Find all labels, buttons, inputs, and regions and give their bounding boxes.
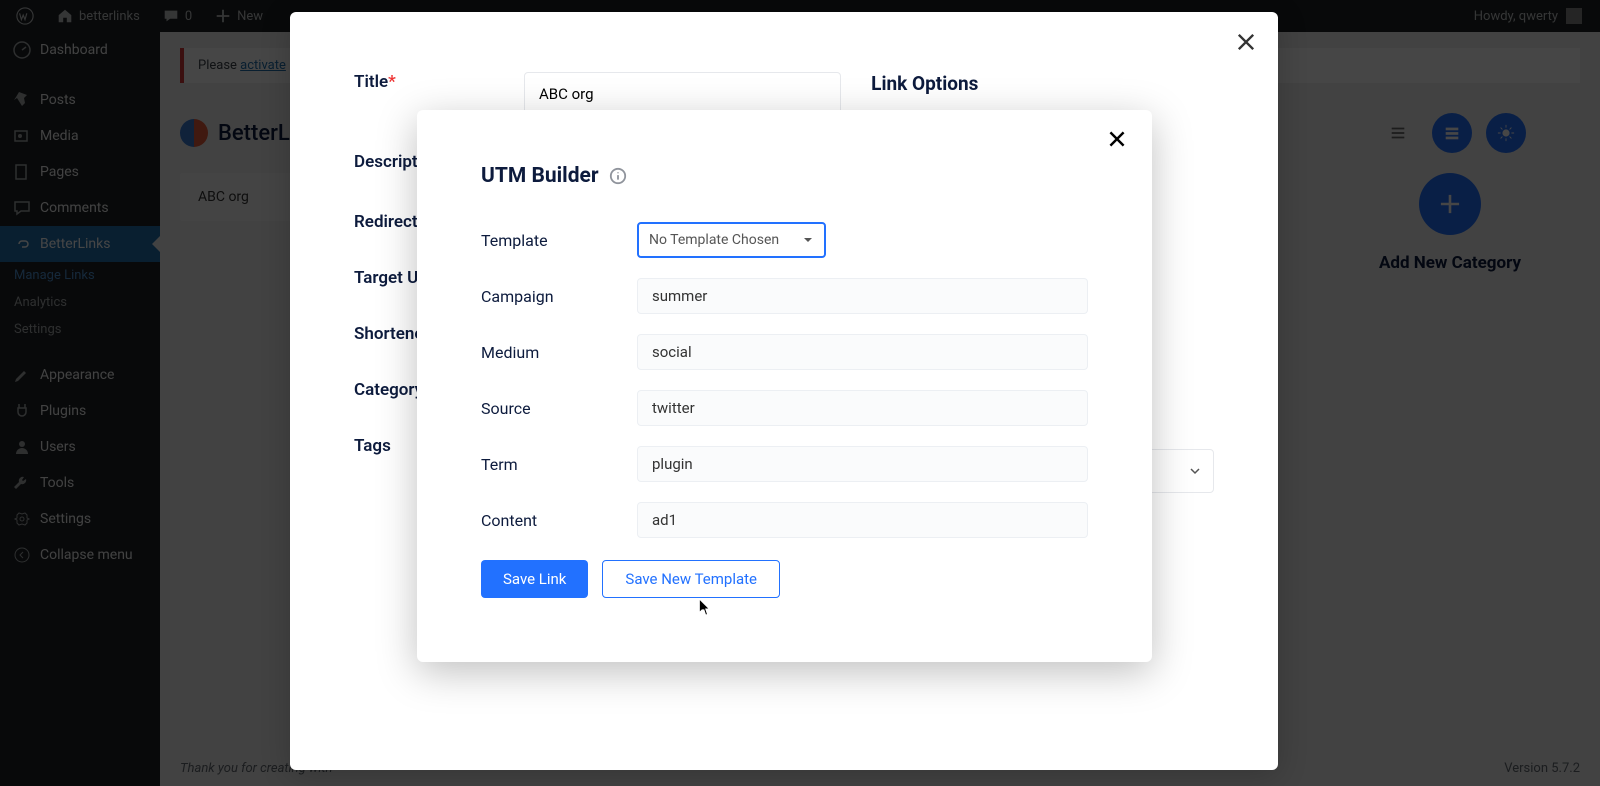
template-selected-text: No Template Chosen [649,232,779,248]
template-label: Template [481,231,637,250]
chevron-down-icon [1189,465,1201,477]
source-label: Source [481,399,637,418]
source-input[interactable] [637,390,1088,426]
close-icon [1234,30,1258,54]
info-icon [609,167,627,185]
medium-label: Medium [481,343,637,362]
save-template-button[interactable]: Save New Template [602,560,780,598]
field-label-title: Title* [354,72,524,92]
term-input[interactable] [637,446,1088,482]
save-link-button[interactable]: Save Link [481,560,588,598]
content-label: Content [481,511,637,530]
link-options-heading: Link Options [871,72,1214,95]
close-button[interactable] [1106,128,1128,154]
medium-input[interactable] [637,334,1088,370]
campaign-input[interactable] [637,278,1088,314]
close-icon [1106,128,1128,150]
close-button[interactable] [1234,30,1258,58]
term-label: Term [481,455,637,474]
campaign-label: Campaign [481,287,637,306]
chevron-down-icon [802,234,814,246]
content-input[interactable] [637,502,1088,538]
utm-builder-modal: UTM Builder Template No Template Chosen … [417,110,1152,662]
template-select[interactable]: No Template Chosen [637,222,826,258]
utm-builder-title: UTM Builder [481,164,1088,188]
